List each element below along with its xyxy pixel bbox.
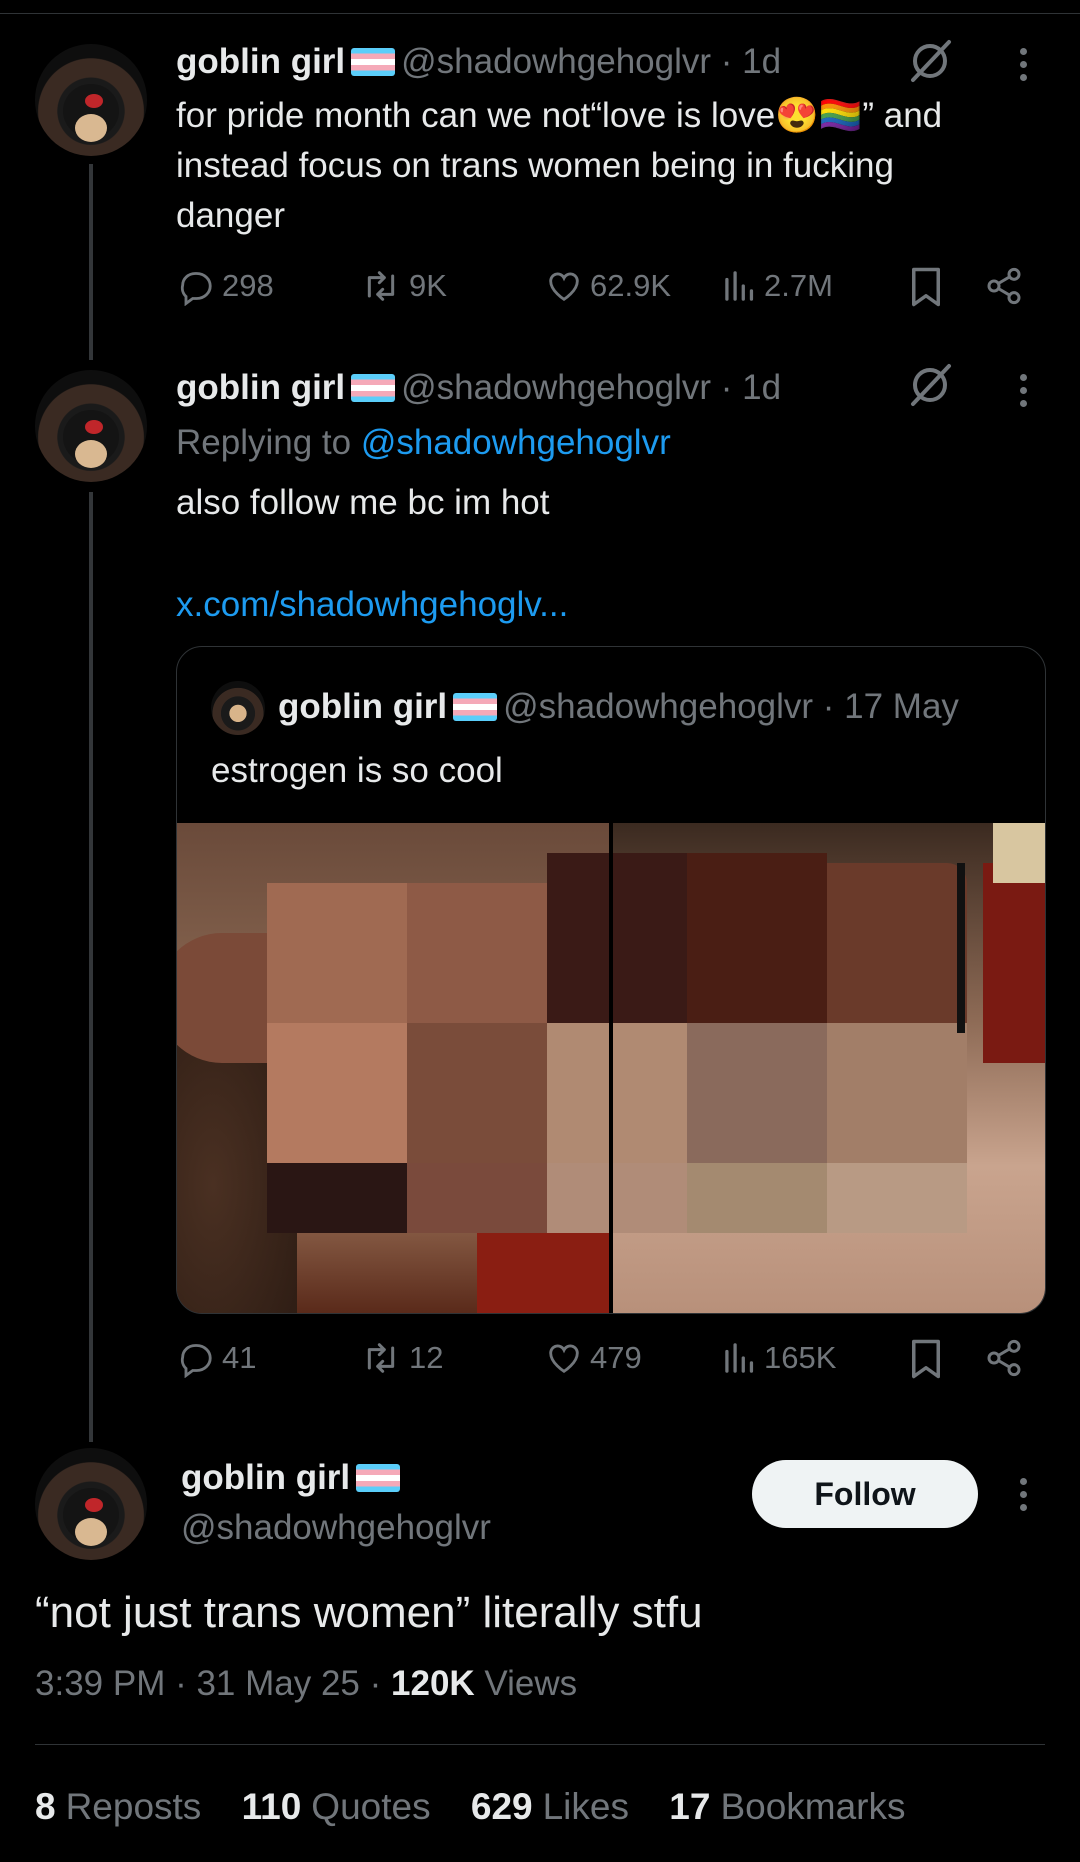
trans-flag-icon — [453, 693, 498, 721]
share-button[interactable] — [984, 266, 1024, 306]
post-date[interactable]: 31 May 25 — [196, 1664, 359, 1703]
post-time[interactable]: 3:39 PM — [35, 1664, 165, 1703]
bookmark-icon — [912, 267, 940, 307]
grok-icon[interactable] — [905, 36, 955, 86]
repost-button[interactable]: 12 — [359, 1338, 443, 1378]
views-button[interactable]: 165K — [722, 1338, 836, 1378]
bookmarks-stat[interactable]: 17 Bookmarks — [669, 1786, 905, 1827]
like-icon — [549, 1344, 579, 1374]
post-header: goblin girl @shadowhgehoglvr · 1d — [176, 368, 781, 408]
post-actions: 298 9K 62.9K 2.7M — [176, 266, 1026, 316]
share-button[interactable] — [984, 1338, 1024, 1378]
thread-line — [89, 492, 93, 1442]
timestamp[interactable]: · 1d — [721, 368, 781, 407]
more-icon[interactable] — [1020, 374, 1028, 413]
follow-button[interactable]: Follow — [752, 1460, 978, 1528]
views-count: 120K — [391, 1664, 475, 1703]
handle[interactable]: @shadowhgehoglvr — [401, 368, 711, 407]
like-button[interactable]: 479 — [544, 1338, 642, 1378]
post-meta: 3:39 PM · 31 May 25 · 120K Views — [35, 1664, 578, 1703]
like-icon — [549, 272, 579, 302]
views-icon — [725, 271, 754, 301]
replying-to: Replying to @shadowhgehoglvr — [176, 423, 671, 462]
post-text: also follow me bc im hot — [176, 483, 550, 522]
thread-line — [89, 164, 93, 360]
media-gallery[interactable] — [177, 823, 1045, 1313]
handle[interactable]: @shadowhgehoglvr — [401, 42, 711, 81]
top-divider — [0, 13, 1080, 14]
share-icon — [987, 1339, 1021, 1377]
like-button[interactable]: 62.9K — [544, 266, 671, 306]
quotes-stat[interactable]: 110 Quotes — [242, 1786, 431, 1827]
share-icon — [987, 267, 1021, 305]
trans-flag-icon — [356, 1464, 401, 1492]
avatar[interactable] — [35, 44, 147, 156]
display-name[interactable]: goblin girl — [181, 1458, 350, 1497]
handle: @shadowhgehoglvr — [503, 687, 814, 726]
reply-button[interactable]: 298 — [176, 266, 274, 306]
emoji-heart-eyes: 😍 — [775, 96, 819, 135]
quoted-post[interactable]: goblin girl @shadowhgehoglvr · 17 May est… — [176, 646, 1046, 1314]
bookmark-button[interactable] — [908, 1338, 944, 1380]
timestamp[interactable]: · 1d — [721, 42, 781, 81]
views-button[interactable]: 2.7M — [722, 266, 833, 306]
handle[interactable]: @shadowhgehoglvr — [181, 1508, 491, 1548]
bookmark-icon — [912, 1339, 940, 1379]
repost-icon — [367, 1343, 395, 1373]
post-text: for pride month can we not“love is love😍… — [176, 96, 943, 235]
more-icon[interactable] — [1020, 1478, 1028, 1517]
repost-button[interactable]: 9K — [359, 266, 447, 306]
views-icon — [725, 1343, 754, 1373]
trans-flag-icon — [351, 374, 396, 402]
grok-icon[interactable] — [905, 360, 955, 410]
avatar[interactable] — [35, 370, 147, 482]
display-name[interactable]: goblin girl — [176, 42, 345, 81]
avatar[interactable] — [35, 1448, 147, 1560]
main-post-text: “not just trans women” literally stfu — [35, 1588, 703, 1637]
author-name: goblin girl — [181, 1458, 406, 1498]
timestamp: · 17 May — [822, 687, 959, 726]
likes-stat[interactable]: 629 Likes — [471, 1786, 629, 1827]
avatar[interactable] — [211, 681, 265, 735]
censored-blur — [177, 853, 967, 1233]
views-label: Views — [484, 1664, 578, 1703]
reply-icon — [180, 1344, 212, 1378]
display-name: goblin girl — [278, 687, 448, 726]
reposts-stat[interactable]: 8 Reposts — [35, 1786, 201, 1827]
trans-flag-icon — [351, 48, 396, 76]
reply-button[interactable]: 41 — [176, 1338, 256, 1378]
post-link[interactable]: x.com/shadowhgehoglv... — [176, 580, 568, 630]
emoji-rainbow-flag: 🏳️‍🌈 — [818, 96, 863, 135]
replying-handle-link[interactable]: @shadowhgehoglvr — [361, 423, 671, 462]
post-stats: 8 Reposts 110 Quotes 629 Likes 17 Bookmarks — [35, 1786, 936, 1828]
quoted-header: goblin girl @shadowhgehoglvr · 17 May — [278, 687, 959, 727]
reply-icon — [180, 272, 212, 306]
post-actions: 41 12 479 165K — [176, 1338, 1026, 1388]
display-name[interactable]: goblin girl — [176, 368, 345, 407]
bookmark-button[interactable] — [908, 266, 944, 308]
quoted-text: estrogen is so cool — [211, 751, 503, 790]
post-header: goblin girl @shadowhgehoglvr · 1d — [176, 42, 781, 82]
divider — [35, 1744, 1045, 1745]
repost-icon — [367, 271, 395, 301]
more-icon[interactable] — [1020, 48, 1028, 87]
